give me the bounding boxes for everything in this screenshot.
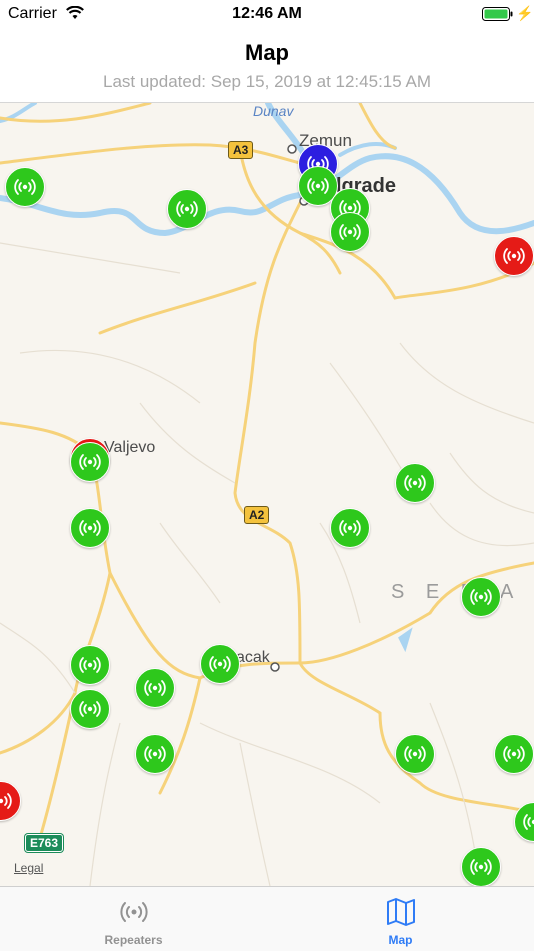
highway-shield-e763: E763 [25, 834, 64, 852]
repeater-pin[interactable] [167, 189, 207, 229]
repeater-pin[interactable] [200, 644, 240, 684]
river [0, 103, 534, 653]
tab-map[interactable]: Map [267, 887, 534, 951]
antenna-icon [339, 224, 361, 240]
country-label-serbia-tail: A [500, 581, 522, 603]
highway-shield-a3: A3 [228, 141, 254, 159]
navigation-header: Map Last updated: Sep 15, 2019 at 12:45:… [0, 30, 534, 103]
antenna-icon [0, 793, 12, 809]
repeater-pin[interactable] [395, 463, 435, 503]
map-icon [386, 897, 416, 932]
antenna-icon [470, 589, 492, 605]
antenna-icon [404, 475, 426, 491]
antenna-icon [79, 454, 101, 470]
antenna-icon [209, 656, 231, 672]
antenna-icon [79, 701, 101, 717]
page-title: Map [245, 40, 289, 65]
repeater-pin[interactable] [135, 668, 175, 708]
repeater-pin[interactable] [5, 167, 45, 207]
antenna-icon [79, 520, 101, 536]
repeater-pin[interactable] [70, 442, 110, 482]
antenna-icon [470, 859, 492, 875]
antenna-icon [119, 897, 149, 932]
antenna-icon [144, 746, 166, 762]
tab-repeaters-label: Repeaters [104, 933, 163, 947]
repeater-pin[interactable] [330, 508, 370, 548]
antenna-icon [404, 746, 426, 762]
tab-repeaters[interactable]: Repeaters [0, 887, 267, 951]
antenna-icon [503, 248, 525, 264]
antenna-icon [503, 746, 525, 762]
repeater-pin[interactable] [70, 645, 110, 685]
river-label: Dunav [253, 103, 294, 119]
repeater-pin[interactable] [395, 734, 435, 774]
repeater-pin[interactable] [461, 847, 501, 886]
legal-link[interactable]: Legal [14, 861, 43, 875]
map-view[interactable]: Dunav Zemun lgrade Valjevo acak S E R A … [0, 103, 534, 886]
repeater-pin[interactable] [330, 212, 370, 252]
last-updated-label: Last updated: Sep 15, 2019 at 12:45:15 A… [103, 72, 431, 91]
tab-map-label: Map [388, 933, 413, 947]
charging-icon: ⚡ [516, 5, 534, 21]
antenna-icon [307, 178, 329, 194]
repeater-pin[interactable] [494, 734, 534, 774]
highway-shield-a2: A2 [244, 506, 270, 524]
repeater-pin[interactable] [494, 236, 534, 276]
repeater-pin[interactable] [70, 689, 110, 729]
battery-icon [482, 7, 514, 26]
map-background [0, 103, 534, 886]
status-time: 12:46 AM [232, 5, 302, 22]
repeater-pin[interactable] [70, 508, 110, 548]
antenna-icon [339, 520, 361, 536]
antenna-icon [14, 179, 36, 195]
status-bar: Carrier 12:46 AM ⚡ [0, 0, 534, 30]
repeater-pin[interactable] [135, 734, 175, 774]
tab-bar: Repeaters Map [0, 886, 534, 951]
city-label-cacak: acak [236, 649, 270, 666]
antenna-icon [523, 814, 534, 830]
minor-roads [0, 242, 534, 886]
antenna-icon [144, 680, 166, 696]
city-label-valjevo: Valjevo [104, 439, 156, 456]
antenna-icon [79, 657, 101, 673]
repeater-pin[interactable] [461, 577, 501, 617]
antenna-icon [176, 201, 198, 217]
